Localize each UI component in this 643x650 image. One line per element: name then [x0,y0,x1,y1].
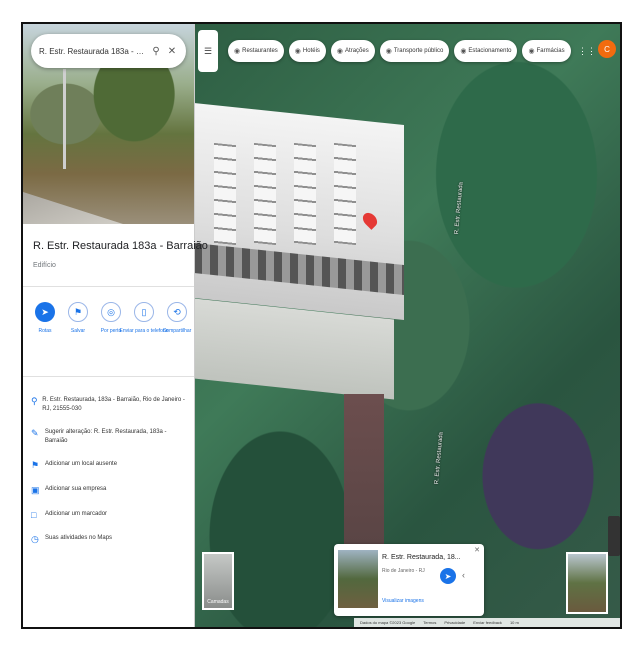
pathway [344,394,384,544]
close-icon[interactable]: ✕ [166,46,178,57]
roof-structure [294,142,316,246]
action-label: Compartilhar [162,328,192,334]
road-label: R. Estr. Restaurada [434,431,445,485]
info-text: R. Estr. Restaurada, 183a - Barraião, Ri… [42,397,185,412]
directions-button[interactable]: ➤ Rotas [31,302,59,334]
street-view-thumbnail[interactable] [566,552,608,614]
flag-icon: ⚑ [31,460,40,470]
map-footer: Dados do mapa ©2023 Google Termos Privac… [354,618,620,627]
action-label: Enviar para o telefone [119,328,169,334]
chip-attractions[interactable]: ◉ Atrações [330,40,375,62]
map-data-attribution: Dados do mapa ©2023 Google [360,620,416,625]
roof-structure [214,142,236,246]
chip-hotels[interactable]: ◉ Hotéis [288,40,326,62]
info-row-add-place[interactable]: ⚑ Adicionar um local ausente [31,460,189,471]
tag-icon: □ [31,510,37,520]
send-to-phone-button[interactable]: ▯ Enviar para o telefone [120,302,168,334]
chip-label: Estacionamento [468,48,512,54]
action-label: Rotas [38,328,52,334]
chip-pharmacies[interactable]: ◉ Farmácias [522,40,571,62]
share-icon: ⟲ [167,302,187,322]
apps-grid-icon[interactable]: ⋮⋮ [578,46,596,57]
privacy-link[interactable]: Privacidade [444,620,465,625]
layers-button[interactable]: Camadas [202,552,234,610]
pole [63,69,66,169]
action-label: Por perto [100,328,122,334]
view-imagery-link[interactable]: Visualizar imagens [382,598,424,604]
nearby-icon: ◎ [101,302,121,322]
layers-label: Camadas [207,599,229,605]
chip-label: Atrações [345,48,369,54]
scale-label: 10 m [509,620,519,625]
action-label: Salvar [70,328,86,334]
place-preview-card[interactable]: R. Estr. Restaurada, 18... Rio de Janeir… [334,544,484,616]
close-icon[interactable]: ✕ [474,546,480,554]
fork-icon: ◉ [234,48,241,55]
business-icon: ▣ [31,485,40,495]
action-buttons: ➤ Rotas ⚑ Salvar ◎ Por perto ▯ Enviar pa… [31,302,191,334]
location-pin-icon: ⚲ [31,396,38,406]
search-box[interactable]: R. Estr. Restaurada 183a - Barraião ⚲ ✕ [31,34,186,68]
info-row-suggest-edit[interactable]: ✎ Sugerir alteração: R. Estr. Restaurada… [31,428,189,446]
bookmark-icon: ⚑ [68,302,88,322]
chip-label: Restaurantes [242,48,278,54]
pencil-icon: ✎ [31,428,39,438]
info-text: Adicionar um local ausente [45,461,118,467]
chip-restaurants[interactable]: ◉ Restaurantes [228,40,284,62]
chip-label: Hotéis [302,48,320,54]
place-category: Edifício [33,262,56,269]
info-row-address[interactable]: ⚲ R. Estr. Restaurada, 183a - Barraião, … [31,396,189,414]
chip-label: Transporte público [393,48,444,54]
road-label: R. Estr. Restaurada [454,181,465,235]
place-title: R. Estr. Restaurada 183a - Barraião [33,240,208,252]
info-row-add-label[interactable]: □ Adicionar um marcador [31,510,189,520]
share-button[interactable]: ⟲ Compartilhar [163,302,191,334]
divider [23,286,194,287]
roof-structure [254,142,276,246]
browser-frame: R. Estr. Restaurada 183a - Barraião ⚲ ✕ … [21,22,622,629]
feedback-link[interactable]: Enviar feedback [473,620,502,625]
place-panel: R. Estr. Restaurada 183a - Barraião ⚲ ✕ … [23,24,208,627]
search-icon[interactable]: ⚲ [150,46,162,57]
search-input[interactable]: R. Estr. Restaurada 183a - Barraião [39,47,146,56]
divider [23,376,194,377]
road [23,192,123,224]
phone-icon: ▯ [134,302,154,322]
avatar[interactable]: C [598,40,616,58]
terms-link[interactable]: Termos [423,620,436,625]
preview-title: R. Estr. Restaurada, 18... [382,554,461,561]
satellite-map[interactable]: R. Estr. Restaurada R. Estr. Restaurada … [194,24,620,627]
save-button[interactable]: ⚑ Salvar [64,302,92,334]
chevron-left-icon[interactable]: ‹ [462,570,465,580]
info-text: Adicionar sua empresa [45,486,107,492]
info-text: Sugerir alteração: R. Estr. Restaurada, … [44,429,167,444]
directions-icon: ➤ [35,302,55,322]
info-text: Adicionar um marcador [45,511,108,517]
menu-icon[interactable]: ☰ [198,30,218,72]
directions-icon[interactable]: ➤ [440,568,456,584]
info-text: Suas atividades no Maps [45,535,113,541]
bed-icon: ◉ [294,48,301,55]
preview-thumbnail[interactable] [338,550,378,608]
preview-subtitle: Rio de Janeiro - RJ [382,568,425,574]
bus-icon: ◉ [385,48,392,55]
chip-parking[interactable]: ◉ Estacionamento [454,40,518,62]
category-chips: ◉ Restaurantes ◉ Hotéis ◉ Atrações ◉ Transpo… [228,40,571,62]
info-list: ⚲ R. Estr. Restaurada, 183a - Barraião, … [31,396,189,559]
zoom-controls[interactable] [608,516,620,556]
history-icon: ◷ [31,534,39,544]
roof-structure [334,142,356,246]
chip-label: Farmácias [536,48,565,54]
pill-icon: ◉ [528,48,535,55]
camera-icon: ◉ [336,48,344,55]
info-row-add-business[interactable]: ▣ Adicionar sua empresa [31,485,189,496]
info-row-activity[interactable]: ◷ Suas atividades no Maps [31,534,189,545]
parking-icon: ◉ [460,48,467,55]
chip-transit[interactable]: ◉ Transporte público [379,40,450,62]
